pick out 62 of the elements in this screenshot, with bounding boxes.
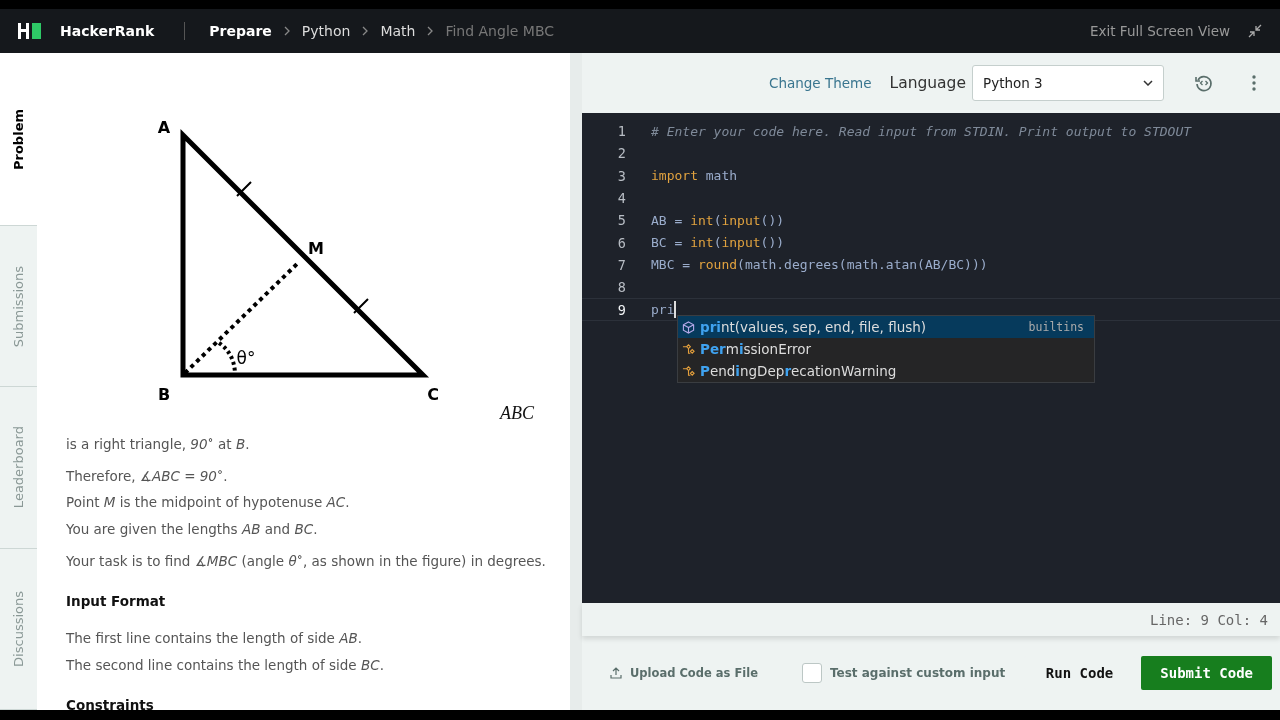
problem-text: Point M is the midpoint of hypotenuse AC. <box>66 493 351 512</box>
problem-text: The second line contains the length of side BC. <box>66 655 385 675</box>
line-number: 5 <box>616 212 626 229</box>
line-number: 9 <box>616 301 626 318</box>
language-label: Language <box>889 74 966 92</box>
code-line: AB = int(input()) <box>651 212 785 228</box>
resize-handle[interactable] <box>570 53 582 710</box>
submit-code-button[interactable]: Submit Code <box>1141 656 1272 690</box>
code-line: import math <box>651 168 738 184</box>
line-number: 6 <box>616 234 626 251</box>
line-number: 8 <box>616 279 626 296</box>
class-icon <box>682 364 695 378</box>
line-number: 1 <box>616 123 626 140</box>
suggestion-item[interactable]: print(values, sep, end, file, flush) builtins <box>678 316 1094 338</box>
section-heading: Constraints <box>66 696 155 710</box>
reset-icon[interactable] <box>1194 73 1214 93</box>
code-line: MBC = round(math.degrees(math.atan(AB/BC))) <box>651 257 988 273</box>
more-icon[interactable] <box>1252 75 1256 91</box>
code-line: pri <box>651 302 675 317</box>
problem-text: Therefore, ∡ABC = 90$^{∘}$. <box>66 464 229 485</box>
chevron-icon <box>283 26 290 36</box>
math-label: ABC <box>498 403 534 424</box>
vertex-label: θ° <box>236 348 256 368</box>
upload-link[interactable]: Upload Code as File <box>610 666 758 680</box>
breadcrumb-link[interactable]: Find Angle MBC <box>445 23 555 39</box>
checkbox-label[interactable]: Test against custom input <box>829 666 1006 680</box>
change-theme-link[interactable]: Change Theme <box>768 75 872 91</box>
vertex-label: M <box>308 239 324 258</box>
collapse-icon[interactable] <box>1248 24 1262 38</box>
line-number: 7 <box>616 256 626 273</box>
line-number: 2 <box>616 145 626 162</box>
code-line: BC = int(input()) <box>651 235 785 251</box>
chevron-icon <box>427 26 434 36</box>
vertex-label: B <box>157 385 171 404</box>
chevron-down-icon <box>1143 80 1153 86</box>
text-cursor <box>674 301 676 318</box>
vertex-label: C <box>427 385 439 404</box>
breadcrumb-link[interactable]: Python <box>301 23 351 39</box>
breadcrumb-link[interactable]: Math <box>380 23 416 39</box>
class-icon <box>682 342 695 356</box>
suggestion-item[interactable]: PendingDeprecationWarning <box>678 360 1094 382</box>
line-number: 3 <box>616 167 626 184</box>
side-tab[interactable]: Problem <box>0 53 37 226</box>
cube-icon <box>682 320 695 334</box>
upload-icon <box>610 667 622 679</box>
code-line: # Enter your code here. Read input from STDIN. Print output to STDOUT <box>651 123 1192 139</box>
line-number: 4 <box>616 190 626 207</box>
section-heading: Input Format <box>66 592 167 609</box>
chevron-icon <box>362 26 369 36</box>
brand-name[interactable]: HackerRank <box>60 23 155 39</box>
breadcrumb-link[interactable]: Prepare <box>209 23 272 39</box>
vertex-label: A <box>157 118 171 137</box>
problem-text: The first line contains the length of side AB. <box>66 628 363 648</box>
exit-fullscreen-link[interactable]: Exit Full Screen View <box>1090 23 1230 39</box>
logo-icon[interactable] <box>18 23 42 39</box>
checkbox[interactable] <box>801 663 822 683</box>
suggestion-item[interactable]: PermissionError <box>678 338 1094 360</box>
cursor-position: Line: 9 Col: 4 <box>1150 611 1268 628</box>
language-select[interactable]: Python 3 <box>972 65 1164 101</box>
problem-text: Your task is to find ∡MBC (angle θ$^{∘}$, as shown in the figure) in degrees. <box>66 550 547 571</box>
problem-text: is a right triangle, 90$^{∘}$ at B. <box>66 433 251 454</box>
problem-text: You are given the lengths AB and BC. <box>66 520 319 539</box>
